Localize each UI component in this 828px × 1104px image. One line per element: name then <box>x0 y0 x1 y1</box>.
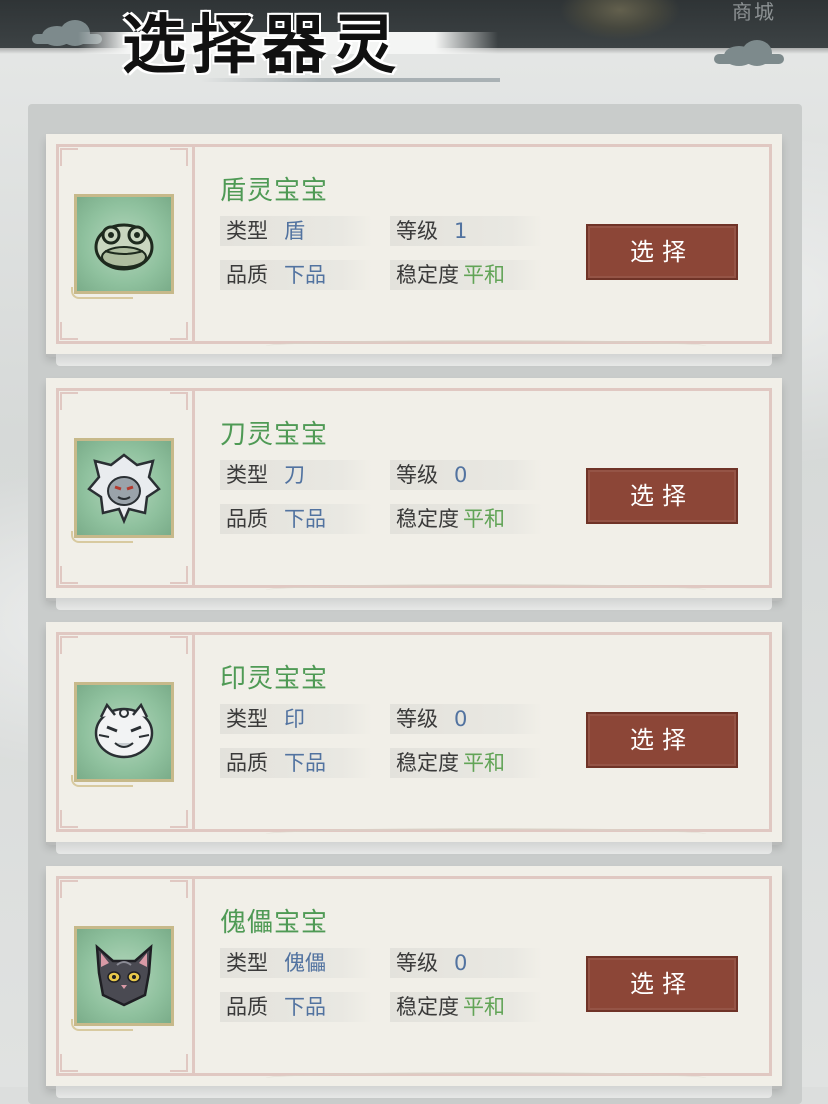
spirit-avatar[interactable] <box>71 438 174 543</box>
spirit-avatar[interactable] <box>71 926 174 1031</box>
stat-level: 等级 0 <box>390 704 542 734</box>
cat-spirit-icon <box>95 944 153 1007</box>
spirit-card: 印灵宝宝 类型印 等级 0 品质 下品 稳定度 平和 选择 <box>46 622 782 854</box>
spirit-name: 盾灵宝宝 <box>220 176 329 206</box>
wolf-spirit-icon <box>87 453 161 525</box>
spirit-card: 盾灵宝宝 类型盾 等级 1 品质 下品 稳定度 平和 选择 <box>46 134 782 366</box>
card-decoration <box>266 1072 706 1084</box>
stat-quality: 品质 下品 <box>220 992 372 1022</box>
spirit-card: 傀儡宝宝 类型 傀儡 等级 0 品质 下品 稳定度 平和 选择 <box>46 866 782 1098</box>
stat-stability: 稳定度 平和 <box>390 748 542 778</box>
stat-stability: 稳定度 平和 <box>390 504 542 534</box>
stat-quality: 品质 下品 <box>220 504 372 534</box>
stat-stability: 稳定度 平和 <box>390 992 542 1022</box>
stat-stability: 稳定度 平和 <box>390 260 542 290</box>
card-decoration <box>266 340 706 352</box>
spirit-avatar[interactable] <box>71 194 174 299</box>
stat-quality: 品质 下品 <box>220 260 372 290</box>
stat-type: 类型 傀儡 <box>220 948 372 978</box>
tiger-spirit-icon <box>94 702 154 759</box>
spirit-name: 刀灵宝宝 <box>220 420 329 450</box>
select-button[interactable]: 选择 <box>586 468 738 524</box>
page-title: 选择器灵 <box>122 8 402 83</box>
frog-spirit-icon <box>94 223 154 271</box>
stat-level: 等级 0 <box>390 948 542 978</box>
stat-quality: 品质 下品 <box>220 748 372 778</box>
spirit-card: 刀灵宝宝 类型刀 等级 0 品质 下品 稳定度 平和 选择 <box>46 378 782 610</box>
card-decoration <box>266 584 706 596</box>
spirit-avatar[interactable] <box>71 682 174 787</box>
select-button[interactable]: 选择 <box>586 712 738 768</box>
card-decoration <box>266 828 706 840</box>
stat-level: 等级 1 <box>390 216 542 246</box>
select-button[interactable]: 选择 <box>586 224 738 280</box>
cloud-icon <box>714 40 784 66</box>
stat-type: 类型刀 <box>220 460 372 490</box>
spirit-name: 傀儡宝宝 <box>220 908 329 938</box>
shop-button[interactable]: 商城 <box>732 0 776 25</box>
stat-type: 类型印 <box>220 704 372 734</box>
corner-decoration <box>560 0 680 40</box>
spirit-name: 印灵宝宝 <box>220 664 329 694</box>
select-button[interactable]: 选择 <box>586 956 738 1012</box>
stat-type: 类型盾 <box>220 216 372 246</box>
stat-level: 等级 0 <box>390 460 542 490</box>
